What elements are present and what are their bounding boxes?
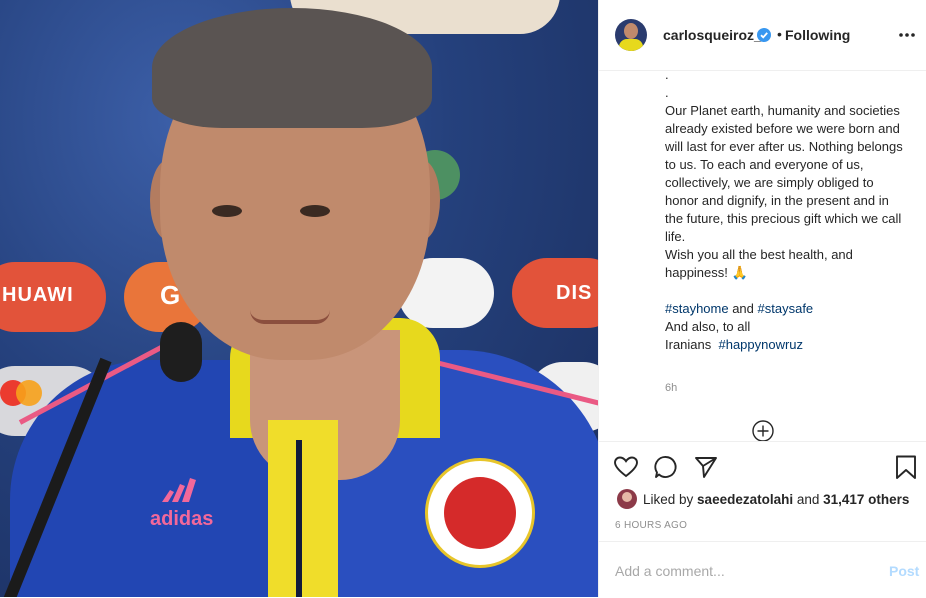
avatar-face bbox=[624, 23, 638, 39]
microphone bbox=[160, 322, 202, 382]
caption-blank-line bbox=[665, 282, 909, 300]
liker-avatar[interactable] bbox=[617, 489, 637, 509]
post-timestamp[interactable]: 6 HOURS AGO bbox=[615, 520, 687, 531]
likes-summary: Liked by saeedezatolahi and 31,417 other… bbox=[643, 492, 909, 507]
post-photo[interactable]: HUAWI G DIS adidas bbox=[0, 0, 598, 597]
colombia-federation-crest-icon bbox=[425, 458, 535, 568]
following-button[interactable]: Following bbox=[785, 27, 850, 43]
eye bbox=[300, 205, 330, 217]
likes-prefix: Liked by bbox=[643, 492, 698, 507]
caption-line: And also, to all bbox=[665, 319, 751, 334]
more-options-icon[interactable] bbox=[897, 26, 917, 44]
crest-ball bbox=[444, 477, 516, 549]
mastercard-logo-orange bbox=[16, 380, 42, 406]
separator-dot: • bbox=[777, 26, 782, 42]
jacket-zipper bbox=[296, 440, 302, 597]
share-icon[interactable] bbox=[693, 454, 719, 480]
post-sidebar: carlosqueiroz_ • Following . . Our Plane… bbox=[598, 0, 926, 597]
comment-input[interactable] bbox=[615, 560, 865, 582]
post-actions: Liked by saeedezatolahi and 31,417 other… bbox=[599, 441, 926, 542]
caption-line: . bbox=[665, 85, 669, 100]
avatar-shirt bbox=[619, 39, 643, 51]
comment-icon[interactable] bbox=[653, 454, 679, 480]
heart-icon[interactable] bbox=[613, 454, 639, 480]
adidas-logo-icon bbox=[162, 478, 196, 502]
caption-text: Iranians bbox=[665, 337, 712, 352]
caption-line: Our Planet earth, humanity and societies… bbox=[665, 103, 903, 244]
plus-circle-icon[interactable] bbox=[752, 420, 774, 442]
adidas-wordmark: adidas bbox=[150, 508, 214, 530]
likes-and: and bbox=[793, 492, 824, 507]
post-comment-button[interactable]: Post bbox=[889, 563, 919, 579]
verified-icon bbox=[757, 28, 771, 42]
instagram-post-view: HUAWI G DIS adidas carlosqueiroz_ • Foll… bbox=[0, 0, 926, 597]
shirt bbox=[268, 420, 338, 597]
post-caption: . . Our Planet earth, humanity and socie… bbox=[665, 66, 909, 354]
backdrop-text: DIS bbox=[556, 282, 593, 304]
caption-hashtag-line: Iranians #happynowruz bbox=[665, 336, 909, 354]
caption-hashtag-line: #stayhome and #staysafe bbox=[665, 300, 909, 318]
comment-bar: Post bbox=[599, 541, 926, 598]
caption-line: Wish you all the best health, and happin… bbox=[665, 247, 853, 280]
username-link[interactable]: carlosqueiroz_ bbox=[663, 27, 762, 43]
hashtag-link[interactable]: #staysafe bbox=[758, 301, 814, 316]
caption-time: 6h bbox=[665, 382, 678, 394]
likes-count-link[interactable]: 31,417 others bbox=[823, 492, 909, 507]
post-header: carlosqueiroz_ • Following bbox=[599, 0, 926, 71]
bookmark-icon[interactable] bbox=[893, 454, 919, 480]
liker-avatar-face bbox=[622, 492, 632, 502]
liker-username-link[interactable]: saeedezatolahi bbox=[697, 492, 793, 507]
backdrop-text: HUAWI bbox=[2, 284, 74, 306]
avatar[interactable] bbox=[615, 19, 647, 51]
hashtag-link[interactable]: #happynowruz bbox=[718, 337, 803, 352]
caption-text: and bbox=[728, 301, 758, 316]
hair bbox=[152, 8, 432, 128]
caption-line: . bbox=[665, 67, 669, 82]
mouth bbox=[250, 310, 330, 324]
hashtag-link[interactable]: #stayhome bbox=[665, 301, 729, 316]
eye bbox=[212, 205, 242, 217]
